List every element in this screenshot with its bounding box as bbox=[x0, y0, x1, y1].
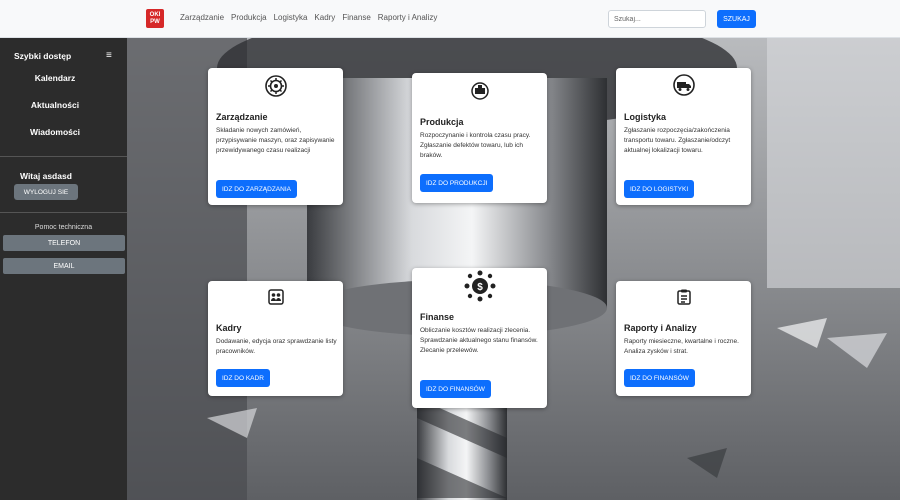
nav-link-kadry[interactable]: Kadry bbox=[314, 13, 335, 22]
search-input[interactable] bbox=[608, 10, 706, 28]
welcome-text: Witaj asdasd bbox=[20, 171, 72, 181]
card-produkcja: Produkcja Rozpoczynanie i kontrola czasu… bbox=[412, 73, 547, 203]
card-raporty: Raporty i Analizy Raporty miesieczne, kw… bbox=[616, 281, 751, 396]
sidebar-item-aktualnosci[interactable]: Aktualności bbox=[0, 100, 110, 110]
logo-text-top: OKI bbox=[149, 11, 161, 18]
top-navbar: OKI PW Zarządzanie Produkcja Logistyka K… bbox=[0, 0, 900, 38]
card-description: Obliczanie kosztów realizacji zlecenia. … bbox=[420, 327, 538, 354]
card-logistyka: Logistyka Zgłaszanie rozpoczęcia/zakończ… bbox=[616, 68, 751, 205]
card-title: Raporty i Analizy bbox=[624, 323, 697, 333]
go-zarzadzanie-button[interactable]: IDZ DO ZARZĄDZANIA bbox=[216, 180, 297, 198]
nav-link-produkcja[interactable]: Produkcja bbox=[231, 13, 267, 22]
nav-link-finanse[interactable]: Finanse bbox=[342, 13, 370, 22]
card-description: Rozpoczynanie i kontrola czasu pracy. Zg… bbox=[420, 132, 531, 159]
card-description: Składanie nowych zamówień, przypisywanie… bbox=[216, 127, 335, 154]
sidebar-divider bbox=[0, 156, 127, 157]
card-description: Raporty miesieczne, kwartalne i roczne. … bbox=[624, 338, 739, 355]
menu-icon[interactable]: ≡ bbox=[106, 50, 112, 61]
email-button[interactable]: EMAIL bbox=[3, 258, 125, 274]
card-title: Logistyka bbox=[624, 112, 667, 122]
sidebar-item-kalendarz[interactable]: Kalendarz bbox=[0, 73, 110, 83]
logo-text-bottom: PW bbox=[150, 18, 160, 25]
go-raporty-button[interactable]: IDZ DO FINANSÓW bbox=[624, 369, 695, 387]
card-description: Zgłaszanie rozpoczęcia/zakończenia trans… bbox=[624, 127, 731, 154]
card-title: Finanse bbox=[420, 312, 455, 322]
nav-link-logistyka[interactable]: Logistyka bbox=[274, 13, 308, 22]
go-kadry-button[interactable]: IDZ DO KADR bbox=[216, 369, 270, 387]
search-button[interactable]: SZUKAJ bbox=[717, 10, 756, 28]
machine-icon bbox=[412, 82, 547, 100]
gear-icon bbox=[208, 75, 343, 97]
clipboard-icon bbox=[616, 289, 751, 305]
go-finanse-button[interactable]: IDZ DO FINANSÓW bbox=[420, 380, 491, 398]
card-title: Kadry bbox=[216, 323, 242, 333]
help-title: Pomoc techniczna bbox=[34, 224, 93, 231]
sidebar-item-wiadomosci[interactable]: Wiadomości bbox=[0, 127, 110, 137]
nav-links: Zarządzanie Produkcja Logistyka Kadry Fi… bbox=[180, 13, 437, 22]
sidebar: Szybki dostęp ≡ Kalendarz Aktualności Wi… bbox=[0, 38, 127, 500]
logout-button[interactable]: WYLOGUJ SIE bbox=[14, 184, 78, 200]
app-logo[interactable]: OKI PW bbox=[146, 9, 164, 28]
people-icon bbox=[208, 289, 343, 305]
card-finanse: $ Finanse Obliczanie kosztów realizacji … bbox=[412, 268, 547, 408]
phone-button[interactable]: TELEFON bbox=[3, 235, 125, 251]
truck-icon bbox=[616, 74, 751, 96]
nav-link-raporty[interactable]: Raporty i Analizy bbox=[378, 13, 438, 22]
svg-text:$: $ bbox=[477, 282, 483, 293]
card-description: Dodawanie, edycja oraz sprawdzanie listy… bbox=[216, 338, 337, 355]
card-kadry: Kadry Dodawanie, edycja oraz sprawdzanie… bbox=[208, 281, 343, 396]
sidebar-title: Szybki dostęp bbox=[14, 51, 72, 61]
go-logistyka-button[interactable]: IDZ DO LOGISTYKI bbox=[624, 180, 695, 198]
sidebar-divider bbox=[0, 212, 127, 213]
card-zarzadzanie: Zarządzanie Składanie nowych zamówień, p… bbox=[208, 68, 343, 205]
nav-link-zarzadzanie[interactable]: Zarządzanie bbox=[180, 13, 224, 22]
card-title: Zarządzanie bbox=[216, 112, 268, 122]
card-title: Produkcja bbox=[420, 117, 464, 127]
go-produkcja-button[interactable]: IDZ DO PRODUKCJI bbox=[420, 174, 494, 192]
money-icon: $ bbox=[412, 270, 547, 302]
